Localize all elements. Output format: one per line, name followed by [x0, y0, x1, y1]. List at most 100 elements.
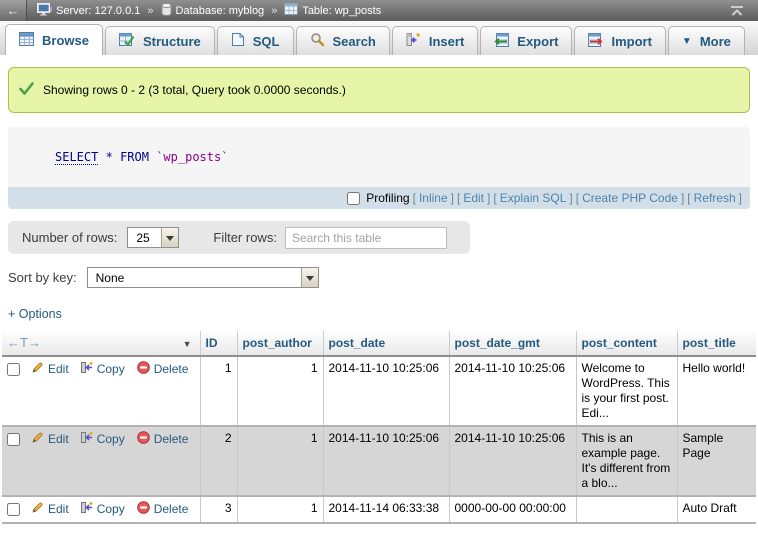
server-icon: [37, 3, 52, 19]
cell-post-date[interactable]: 2014-11-10 10:25:06: [323, 356, 449, 426]
success-message: Showing rows 0 - 2 (3 total, Query took …: [8, 67, 750, 113]
transpose-arrows[interactable]: ←T→: [7, 335, 41, 350]
cell-post-title[interactable]: Auto Draft: [677, 496, 756, 523]
cell-post-title[interactable]: Sample Page: [677, 426, 756, 496]
column-header-post-content[interactable]: post_content: [576, 331, 677, 356]
collapse-top-icon[interactable]: [730, 6, 744, 16]
row-checkbox[interactable]: [7, 433, 20, 446]
copy-label: Copy: [97, 502, 125, 517]
edit-row-link[interactable]: Edit: [31, 501, 69, 518]
more-caret-icon: ▼: [682, 36, 692, 47]
edit-row-link[interactable]: Edit: [31, 361, 69, 378]
sql-icon: [231, 32, 245, 50]
cell-id[interactable]: 2: [200, 426, 237, 496]
sql-query-box: SELECT * FROM `wp_posts` Profiling [ Inl…: [8, 127, 750, 209]
edit-row-link[interactable]: Edit: [31, 431, 69, 448]
explain-sql-link[interactable]: Explain SQL: [500, 191, 567, 205]
breadcrumb-table[interactable]: Table: wp_posts: [284, 3, 381, 18]
sql-options-bar: Profiling [ Inline ] [ Edit ] [ Explain …: [8, 187, 750, 209]
row-checkbox[interactable]: [7, 363, 20, 376]
sql-keyword-select[interactable]: SELECT: [55, 150, 98, 165]
tab-more[interactable]: ▼ More: [668, 26, 745, 55]
cell-post-date[interactable]: 2014-11-10 10:25:06: [323, 426, 449, 496]
rows-per-page-value: 25: [128, 228, 161, 247]
sort-by-key-select[interactable]: None: [87, 267, 319, 288]
edit-label: Edit: [48, 362, 69, 377]
tab-browse[interactable]: Browse: [5, 24, 103, 55]
sql-query-text: SELECT * FROM `wp_posts`: [8, 127, 750, 187]
inline-link[interactable]: Inline: [419, 191, 448, 205]
cell-post-date-gmt[interactable]: 0000-00-00 00:00:00: [449, 496, 576, 523]
cell-post-content[interactable]: [576, 496, 677, 523]
breadcrumb-separator: »: [147, 5, 153, 17]
copy-icon: [81, 501, 93, 518]
check-icon: [19, 82, 34, 98]
table-row: Edit Copy Delete 2 1 2014-11-10 10:25:06…: [2, 426, 756, 496]
copy-row-link[interactable]: Copy: [81, 501, 125, 518]
bracket: [: [687, 191, 690, 205]
tab-sql[interactable]: SQL: [217, 26, 294, 55]
number-of-rows-label: Number of rows:: [22, 230, 117, 245]
tab-search[interactable]: Search: [296, 26, 390, 55]
sql-table-name: `wp_posts`: [156, 150, 228, 164]
breadcrumb-database-label: Database: myblog: [176, 5, 265, 17]
delete-label: Delete: [154, 362, 189, 377]
sort-by-key-label: Sort by key:: [8, 270, 77, 285]
profiling-checkbox[interactable]: [347, 192, 360, 205]
tab-structure[interactable]: Structure: [105, 26, 215, 55]
bracket: [: [493, 191, 496, 205]
column-header-id[interactable]: ID: [200, 331, 237, 356]
cell-post-content[interactable]: Welcome to WordPress. This is your first…: [576, 356, 677, 426]
cell-post-content[interactable]: This is an example page. It's different …: [576, 426, 677, 496]
breadcrumb-server[interactable]: Server: 127.0.0.1: [37, 3, 140, 19]
delete-row-link[interactable]: Delete: [137, 431, 189, 448]
cell-post-title[interactable]: Hello world!: [677, 356, 756, 426]
options-toggle-link[interactable]: + Options: [8, 307, 62, 321]
bracket: [: [457, 191, 460, 205]
column-header-post-date[interactable]: post_date: [323, 331, 449, 356]
column-header-post-date-gmt[interactable]: post_date_gmt: [449, 331, 576, 356]
sort-caret-icon[interactable]: ▼: [183, 337, 192, 352]
edit-query-link[interactable]: Edit: [463, 191, 484, 205]
tab-export[interactable]: Export: [480, 26, 572, 55]
cell-id[interactable]: 3: [200, 496, 237, 523]
column-header-post-author[interactable]: post_author: [237, 331, 323, 356]
edit-label: Edit: [48, 432, 69, 447]
delete-row-link[interactable]: Delete: [137, 501, 189, 518]
export-icon: [494, 33, 509, 50]
tab-import-label: Import: [611, 34, 651, 49]
cell-post-date-gmt[interactable]: 2014-11-10 10:25:06: [449, 356, 576, 426]
tab-more-label: More: [700, 34, 731, 49]
actions-column-header[interactable]: ←T→ ▼: [2, 331, 200, 356]
cell-id[interactable]: 1: [200, 356, 237, 426]
structure-icon: [119, 33, 135, 50]
copy-icon: [81, 361, 93, 378]
create-php-code-link[interactable]: Create PHP Code: [582, 191, 678, 205]
refresh-link[interactable]: Refresh: [694, 191, 736, 205]
filter-rows-label: Filter rows:: [213, 230, 277, 245]
column-header-post-title[interactable]: post_title: [677, 331, 756, 356]
copy-row-link[interactable]: Copy: [81, 361, 125, 378]
tab-insert[interactable]: Insert: [392, 26, 478, 55]
bracket: ]: [487, 191, 490, 205]
cell-post-author[interactable]: 1: [237, 356, 323, 426]
copy-row-link[interactable]: Copy: [81, 431, 125, 448]
rows-per-page-select[interactable]: 25: [127, 227, 179, 248]
row-checkbox[interactable]: [7, 503, 20, 516]
tab-import[interactable]: Import: [574, 26, 665, 55]
tab-bar: Browse Structure SQL Search Insert Expor…: [0, 21, 758, 55]
delete-icon: [137, 501, 150, 518]
profiling-label: Profiling: [366, 191, 409, 205]
back-arrow-icon[interactable]: ←: [0, 0, 27, 21]
copy-icon: [81, 431, 93, 448]
filter-rows-input[interactable]: [285, 227, 447, 249]
bracket: [: [413, 191, 416, 205]
cell-post-date-gmt[interactable]: 2014-11-10 10:25:06: [449, 426, 576, 496]
cell-post-author[interactable]: 1: [237, 496, 323, 523]
breadcrumb-database[interactable]: Database: myblog: [161, 3, 265, 19]
success-message-text: Showing rows 0 - 2 (3 total, Query took …: [43, 83, 346, 97]
rows-controls-bar: Number of rows: 25 Filter rows:: [8, 221, 470, 254]
delete-row-link[interactable]: Delete: [137, 361, 189, 378]
cell-post-date[interactable]: 2014-11-14 06:33:38: [323, 496, 449, 523]
cell-post-author[interactable]: 1: [237, 426, 323, 496]
